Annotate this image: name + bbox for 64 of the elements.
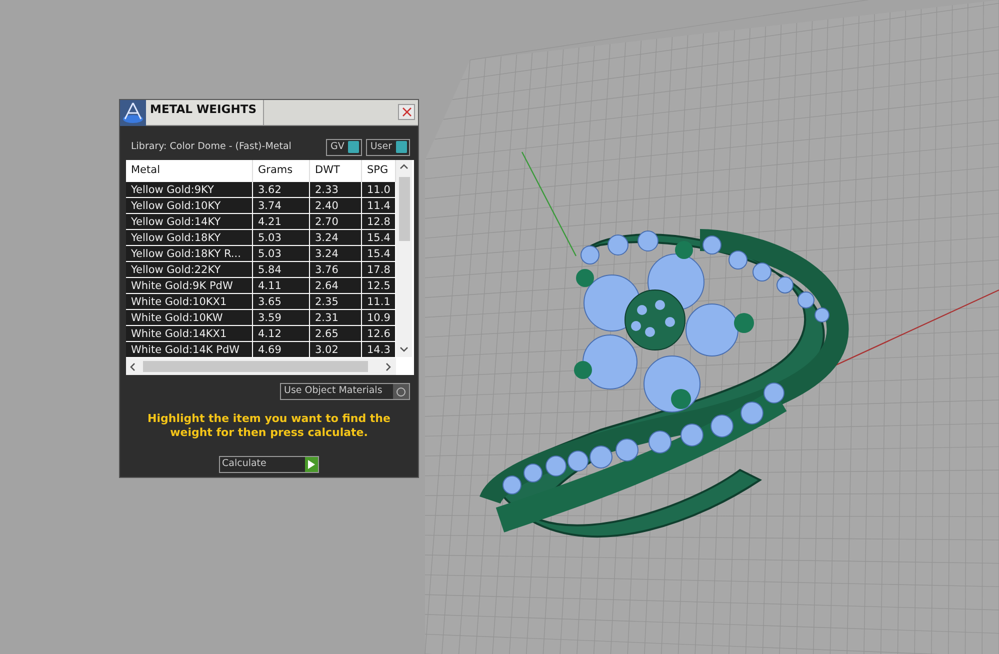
table-cell: 4.69 xyxy=(253,342,310,358)
close-button[interactable] xyxy=(398,104,415,120)
table-cell: 14.3 xyxy=(362,342,396,358)
table-cell: White Gold:14KX1 xyxy=(126,326,253,342)
table-cell: 3.76 xyxy=(310,262,362,278)
table-cell: Yellow Gold:22KY xyxy=(126,262,253,278)
table-cell: 5.84 xyxy=(253,262,310,278)
table-cell: 2.31 xyxy=(310,310,362,326)
table-cell: 4.21 xyxy=(253,214,310,230)
scroll-right-icon[interactable] xyxy=(386,363,391,371)
use-object-materials-label: Use Object Materials xyxy=(284,384,382,398)
table-cell: 2.40 xyxy=(310,198,362,214)
table-cell: 2.65 xyxy=(310,326,362,342)
table-cell: 3.62 xyxy=(253,182,310,198)
table-cell: White Gold:10KW xyxy=(126,310,253,326)
table-cell: 3.24 xyxy=(310,246,362,262)
table-cell: 4.11 xyxy=(253,278,310,294)
table-cell: Yellow Gold:18KY xyxy=(126,230,253,246)
table-cell: 11.1 xyxy=(362,294,396,310)
table-cell: 10.9 xyxy=(362,310,396,326)
table-cell: 15.4 xyxy=(362,246,396,262)
vertical-scrollbar[interactable] xyxy=(396,160,412,357)
table-cell: 5.03 xyxy=(253,246,310,262)
table-cell: 12.5 xyxy=(362,278,396,294)
table-cell: 11.4 xyxy=(362,198,396,214)
table-cell: 3.02 xyxy=(310,342,362,358)
table-cell: 2.35 xyxy=(310,294,362,310)
use-object-materials-toggle[interactable]: Use Object Materials xyxy=(280,383,410,400)
play-icon xyxy=(308,460,315,469)
table-cell: 2.64 xyxy=(310,278,362,294)
scrollbar-thumb[interactable] xyxy=(399,177,410,241)
table-cell: Yellow Gold:18KY R... xyxy=(126,246,253,262)
scroll-down-icon[interactable] xyxy=(400,347,408,352)
table-cell: 11.0 xyxy=(362,182,396,198)
table-cell: 12.8 xyxy=(362,214,396,230)
app-logo-icon xyxy=(120,100,146,126)
table-cell: 3.65 xyxy=(253,294,310,310)
table-cell: 5.03 xyxy=(253,230,310,246)
table-cell: White Gold:10KX1 xyxy=(126,294,253,310)
toggle-button[interactable]: User xyxy=(366,138,410,156)
table-cell: White Gold:9K PdW xyxy=(126,278,253,294)
instruction-text: Highlight the item you want to find the weight for then press calculate. xyxy=(146,411,392,440)
table-cell: White Gold:14K PdW xyxy=(126,342,253,358)
scroll-left-icon[interactable] xyxy=(130,363,135,371)
table-cell: 2.70 xyxy=(310,214,362,230)
table-cell: 4.12 xyxy=(253,326,310,342)
close-icon xyxy=(402,107,412,117)
table-cell: 12.6 xyxy=(362,326,396,342)
window-title: METAL WEIGHTS xyxy=(146,100,264,125)
table-cell: Yellow Gold:14KY xyxy=(126,214,253,230)
library-label: Library: Color Dome - (Fast)-Metal xyxy=(131,140,292,154)
table-cell: 3.59 xyxy=(253,310,310,326)
toggle-button[interactable]: GV xyxy=(326,138,362,156)
calculate-button[interactable]: Calculate xyxy=(219,456,319,473)
table-cell: 2.33 xyxy=(310,182,362,198)
table-cell: 17.8 xyxy=(362,262,396,278)
table-cell: 15.4 xyxy=(362,230,396,246)
scrollbar-thumb[interactable] xyxy=(143,361,368,372)
table-cell: 3.24 xyxy=(310,230,362,246)
table-cell: 3.74 xyxy=(253,198,310,214)
horizontal-scrollbar[interactable] xyxy=(126,358,396,375)
table-cell: Yellow Gold:9KY xyxy=(126,182,253,198)
table-cell: Yellow Gold:10KY xyxy=(126,198,253,214)
scroll-up-icon[interactable] xyxy=(400,164,408,169)
